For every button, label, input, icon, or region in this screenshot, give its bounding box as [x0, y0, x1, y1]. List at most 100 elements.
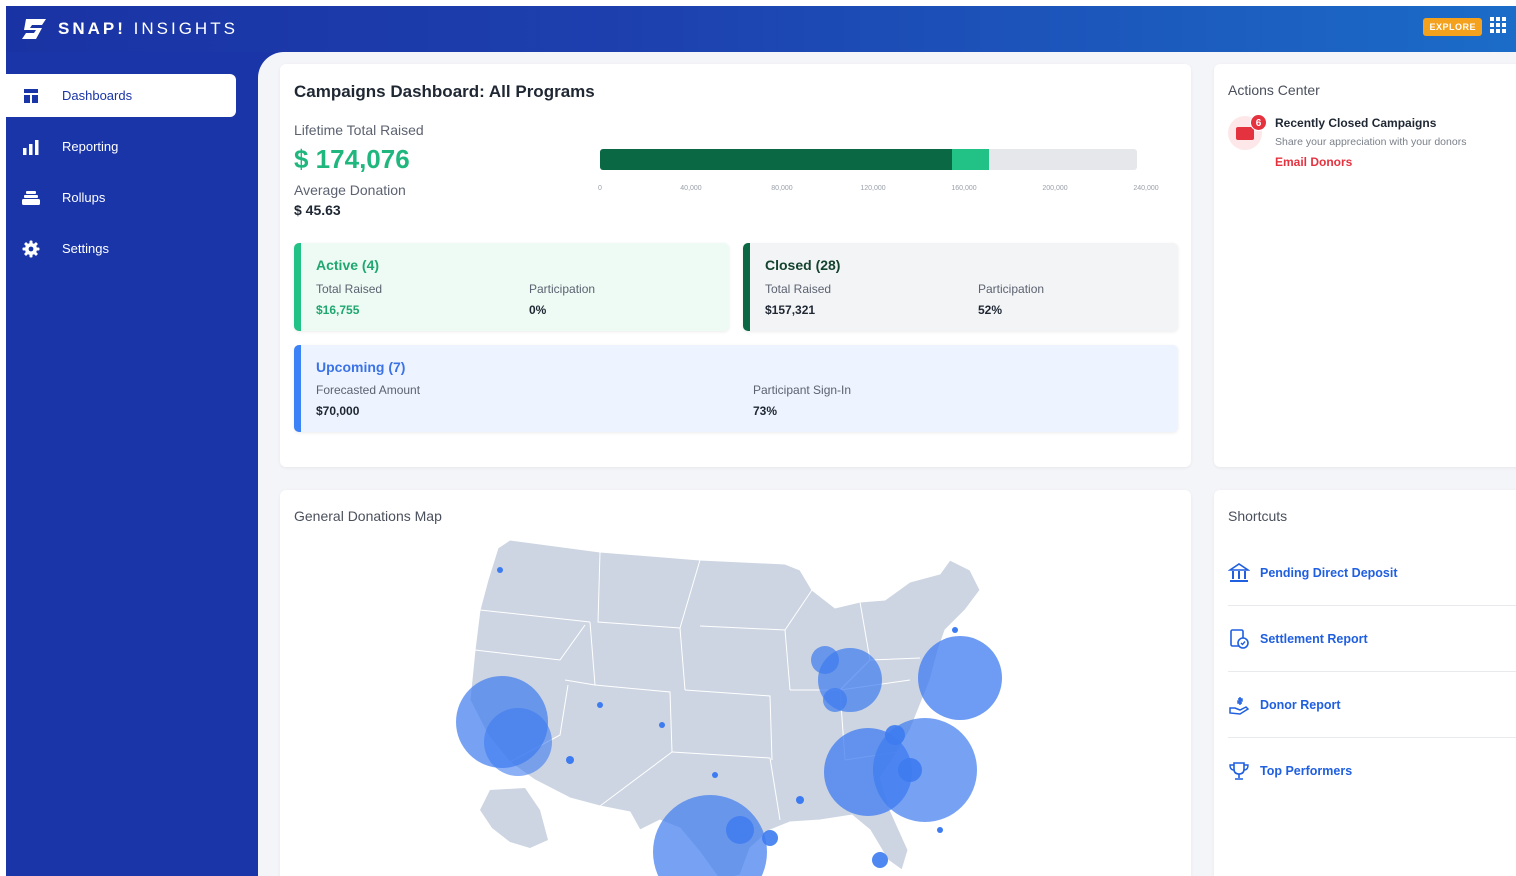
forecast-label: Forecasted Amount [316, 383, 421, 397]
closed-participation-value: 52% [978, 303, 1003, 317]
axis-tick-label: 0 [598, 185, 602, 192]
sidebar-item-dashboards[interactable]: Dashboards [6, 74, 236, 117]
closed-campaigns-box[interactable]: Closed (28) Total Raised $157,321 Partic… [743, 243, 1178, 331]
actions-center-heading: Actions Center [1228, 82, 1320, 98]
receipt-icon [1230, 628, 1249, 649]
dashboard-icon [22, 87, 40, 105]
brand-name-bold: SNAP! [58, 19, 126, 38]
closed-raised-label: Total Raised [765, 282, 832, 296]
stack-icon [22, 189, 40, 207]
axis-tick-label: 240,000 [1133, 185, 1159, 192]
active-raised-fill [952, 149, 990, 170]
sidebar-item-label: Reporting [62, 139, 119, 154]
shortcuts-heading: Shortcuts [1228, 508, 1288, 524]
apps-grid-icon[interactable] [1490, 17, 1506, 33]
donation-bubble[interactable] [898, 758, 922, 782]
axis-tick-label: 40,000 [680, 185, 702, 192]
donation-bubble[interactable] [952, 627, 958, 633]
donation-bubble[interactable] [659, 722, 665, 728]
closed-title: Closed (28) [765, 257, 841, 273]
shortcut-label: Pending Direct Deposit [1260, 565, 1398, 580]
raised-progress-bar [600, 149, 1137, 170]
email-donors-link[interactable]: Email Donors [1275, 155, 1352, 169]
shortcut-settlement-report[interactable]: Settlement Report [1228, 606, 1516, 672]
campaigns-summary-card: Campaigns Dashboard: All Programs Lifeti… [280, 64, 1191, 467]
active-raised-label: Total Raised [316, 282, 383, 296]
shortcut-pending-direct-deposit[interactable]: Pending Direct Deposit [1228, 540, 1516, 606]
sidebar: Dashboards Reporting Rollups Settings [6, 52, 258, 876]
axis-tick-label: 120,000 [860, 185, 886, 192]
sidebar-item-label: Dashboards [62, 88, 133, 103]
notification-badge: 6 [1250, 114, 1267, 131]
sidebar-item-label: Settings [62, 241, 109, 256]
average-donation-value: $ 45.63 [294, 202, 341, 218]
donations-map-card: General Donations Map [280, 490, 1191, 876]
donation-bubble[interactable] [885, 725, 905, 745]
donation-hand-icon [1229, 696, 1250, 715]
brand-name-rest: INSIGHTS [125, 19, 238, 38]
donation-bubble[interactable] [484, 708, 552, 776]
email-alert-icon: 6 [1228, 114, 1267, 150]
top-bar: SNAP! INSIGHTS EXPLORE [6, 6, 1516, 52]
average-donation-label: Average Donation [294, 182, 406, 198]
active-campaigns-box[interactable]: Active (4) Total Raised $16,755 Particip… [294, 243, 729, 331]
active-raised-value: $16,755 [316, 303, 360, 317]
main-content: Campaigns Dashboard: All Programs Lifeti… [258, 52, 1516, 876]
alaska-shape [480, 788, 548, 848]
closed-accent [743, 243, 750, 331]
donation-bubble[interactable] [823, 688, 847, 712]
axis-tick-label: 80,000 [771, 185, 793, 192]
active-accent [294, 243, 301, 331]
shortcut-label: Settlement Report [1260, 631, 1368, 646]
progress-bar-axis: 0 40,000 80,000 120,000 160,000 200,000 240,00… [598, 185, 1159, 197]
donation-bubble[interactable] [937, 827, 943, 833]
trophy-icon [1229, 762, 1249, 780]
donation-bubble[interactable] [726, 816, 754, 844]
sidebar-item-label: Rollups [62, 190, 106, 205]
us-donations-map[interactable] [440, 530, 1020, 876]
donation-bubble[interactable] [712, 772, 718, 778]
donation-bubble[interactable] [811, 646, 839, 674]
active-participation-label: Participation [529, 282, 596, 296]
gear-icon [22, 240, 40, 258]
donation-bubble[interactable] [796, 796, 804, 804]
lifetime-total-label: Lifetime Total Raised [294, 122, 424, 138]
shortcut-top-performers[interactable]: Top Performers [1228, 738, 1516, 804]
sidebar-item-rollups[interactable]: Rollups [6, 176, 236, 219]
shortcut-label: Donor Report [1260, 697, 1341, 712]
closed-raised-value: $157,321 [765, 303, 816, 317]
app-frame: SNAP! INSIGHTS EXPLORE Dashboards Report… [6, 6, 1516, 876]
upcoming-accent [294, 345, 301, 432]
donation-bubble[interactable] [497, 567, 503, 573]
donation-bubble[interactable] [597, 702, 603, 708]
shortcut-label: Top Performers [1260, 764, 1353, 778]
axis-tick-label: 200,000 [1042, 185, 1068, 192]
forecast-value: $70,000 [316, 404, 360, 418]
donation-bubble[interactable] [566, 756, 574, 764]
bar-chart-icon [22, 138, 40, 156]
shortcuts-card: Shortcuts Pending Direct Deposit Settlem… [1214, 490, 1516, 876]
active-title: Active (4) [316, 257, 380, 273]
actions-center-card: Actions Center 6 Recently Closed Campaig… [1214, 64, 1516, 467]
upcoming-campaigns-box[interactable]: Upcoming (7) Forecasted Amount $70,000 P… [294, 345, 1178, 432]
closed-raised-fill [600, 149, 952, 170]
shortcut-donor-report[interactable]: Donor Report [1228, 672, 1516, 738]
axis-tick-label: 160,000 [951, 185, 977, 192]
envelope-icon [1236, 127, 1254, 140]
explore-button[interactable]: EXPLORE [1423, 18, 1482, 36]
sidebar-item-settings[interactable]: Settings [6, 227, 236, 270]
sidebar-item-reporting[interactable]: Reporting [6, 125, 236, 168]
signin-value: 73% [753, 404, 778, 418]
action-item-title: Recently Closed Campaigns [1275, 116, 1437, 130]
donations-map-heading: General Donations Map [294, 508, 442, 524]
donation-bubble[interactable] [762, 830, 778, 846]
action-item-subtitle: Share your appreciation with your donors [1275, 136, 1467, 148]
brand[interactable]: SNAP! INSIGHTS [20, 15, 238, 43]
active-participation-value: 0% [529, 303, 547, 317]
upcoming-title: Upcoming (7) [316, 359, 406, 375]
lifetime-total-value: $ 174,076 [294, 144, 410, 174]
signin-label: Participant Sign-In [753, 383, 852, 397]
page-title: Campaigns Dashboard: All Programs [294, 82, 595, 101]
donation-bubble[interactable] [872, 852, 888, 868]
donation-bubble[interactable] [918, 636, 1002, 720]
